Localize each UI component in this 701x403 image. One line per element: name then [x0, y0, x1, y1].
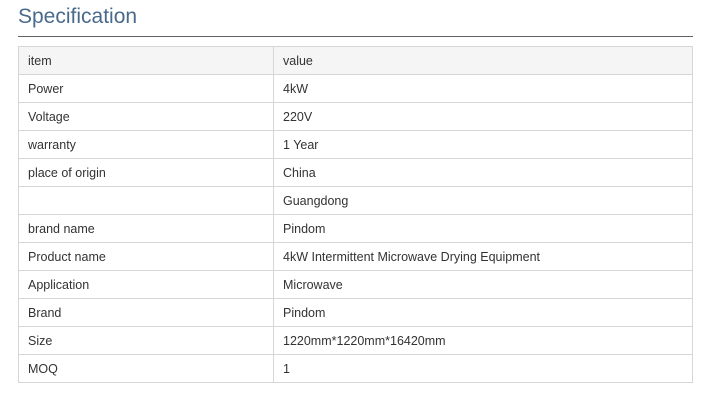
- spec-value-cell: 1220mm*1220mm*16420mm: [273, 326, 693, 355]
- spec-item-cell: Voltage: [18, 102, 274, 131]
- spec-value-cell: China: [273, 158, 693, 187]
- table-row: Application Microwave: [18, 270, 693, 299]
- spec-item-cell: MOQ: [18, 354, 274, 383]
- spec-value-cell: Pindom: [273, 214, 693, 243]
- table-row: Power 4kW: [18, 74, 693, 103]
- spec-item-cell: Size: [18, 326, 274, 355]
- specification-table: item value Power 4kW Voltage 220V warranty 1 …: [18, 46, 693, 383]
- table-row: place of origin China: [18, 158, 693, 187]
- header-cell-item: item: [18, 46, 274, 75]
- spec-value-cell: 1: [273, 354, 693, 383]
- table-row: Product name 4kW Intermittent Microwave D…: [18, 242, 693, 271]
- header-cell-value: value: [273, 46, 693, 75]
- spec-value-cell: 4kW: [273, 74, 693, 103]
- table-row: Voltage 220V: [18, 102, 693, 131]
- spec-value-cell: Microwave: [273, 270, 693, 299]
- page-title: Specification: [18, 5, 138, 28]
- spec-item-cell: warranty: [18, 130, 274, 159]
- spec-value-cell: Guangdong: [273, 186, 693, 215]
- table-row: Guangdong: [18, 186, 693, 215]
- spec-item-cell: Brand: [18, 298, 274, 327]
- spec-item-cell: Application: [18, 270, 274, 299]
- spec-item-cell: [18, 186, 274, 215]
- table-row: brand name Pindom: [18, 214, 693, 243]
- spec-item-cell: Power: [18, 74, 274, 103]
- spec-item-cell: brand name: [18, 214, 274, 243]
- table-row: Size 1220mm*1220mm*16420mm: [18, 326, 693, 355]
- spec-value-cell: 220V: [273, 102, 693, 131]
- table-row: warranty 1 Year: [18, 130, 693, 159]
- spec-value-cell: Pindom: [273, 298, 693, 327]
- title-divider: [18, 36, 693, 37]
- spec-item-cell: Product name: [18, 242, 274, 271]
- spec-value-cell: 1 Year: [273, 130, 693, 159]
- spec-item-cell: place of origin: [18, 158, 274, 187]
- table-row: Brand Pindom: [18, 298, 693, 327]
- table-row: MOQ 1: [18, 354, 693, 383]
- spec-value-cell: 4kW Intermittent Microwave Drying Equipm…: [273, 242, 693, 271]
- table-header-row: item value: [18, 46, 693, 75]
